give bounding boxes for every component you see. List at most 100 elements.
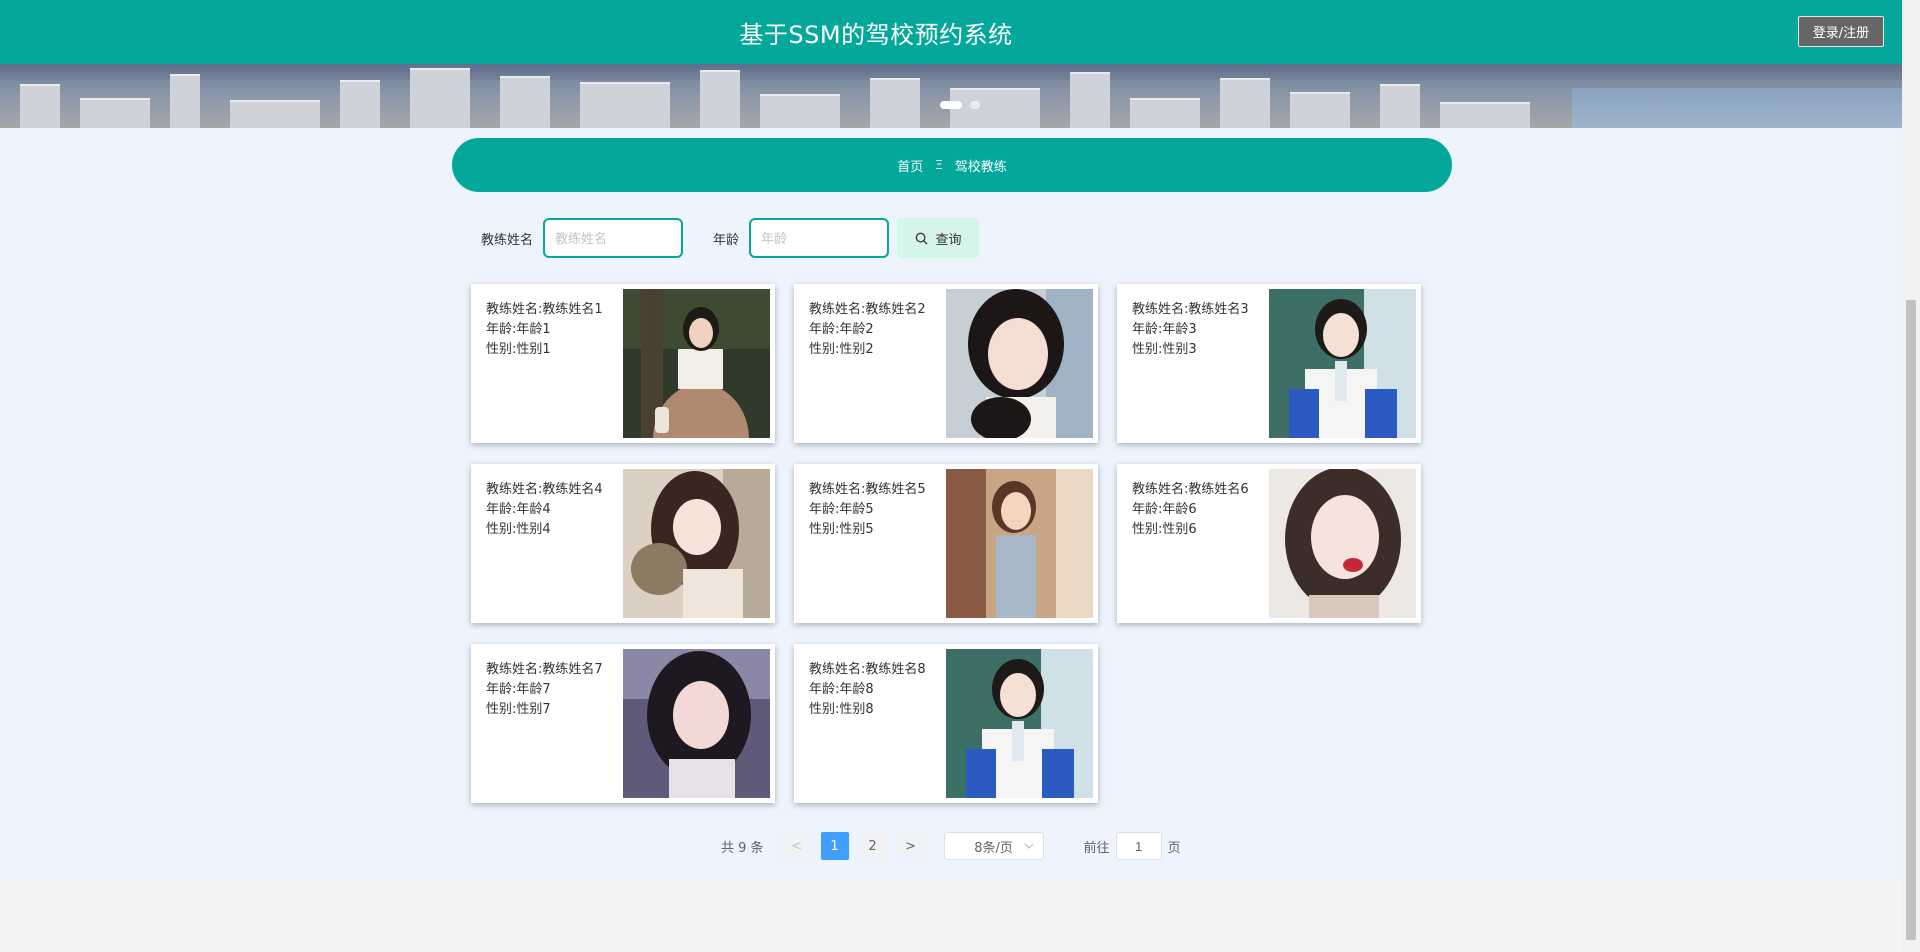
coach-age: 年龄:年龄6 (1132, 502, 1197, 517)
breadcrumb-home-link[interactable]: 首页 (897, 156, 923, 175)
banner-building (1290, 92, 1350, 128)
coach-card-info: 教练姓名:教练姓名2 年龄:年龄2 性别:性别2 (809, 300, 926, 360)
coach-photo (623, 649, 770, 798)
search-form: 教练姓名 年龄 查询 (481, 218, 980, 258)
coach-gender: 性别:性别8 (809, 702, 874, 717)
coach-age: 年龄:年龄4 (486, 502, 551, 517)
coach-photo (946, 469, 1093, 618)
coach-card-info: 教练姓名:教练姓名1 年龄:年龄1 性别:性别1 (486, 300, 603, 360)
coach-gender: 性别:性别1 (486, 342, 551, 357)
coach-card-info: 教练姓名:教练姓名6 年龄:年龄6 性别:性别6 (1132, 480, 1249, 540)
coach-name: 教练姓名:教练姓名7 (486, 662, 603, 677)
coach-gender: 性别:性别7 (486, 702, 551, 717)
breadcrumb-separator-icon: Ξ (935, 158, 943, 172)
coach-name: 教练姓名:教练姓名8 (809, 662, 926, 677)
goto-prefix: 前往 (1083, 840, 1110, 856)
banner-carousel (0, 64, 1902, 128)
pagination-prev-button[interactable]: < (782, 832, 811, 860)
main-content: 首页 Ξ 驾校教练 教练姓名 年龄 查询 教练姓名:教练姓名1 年龄:年龄1 性… (0, 128, 1902, 880)
coach-age: 年龄:年龄3 (1132, 322, 1197, 337)
pagination-total: 共 9 条 (721, 840, 764, 856)
banner-building (1070, 72, 1110, 128)
coach-gender: 性别:性别5 (809, 522, 874, 537)
coach-name: 教练姓名:教练姓名6 (1132, 482, 1249, 497)
coach-card[interactable]: 教练姓名:教练姓名6 年龄:年龄6 性别:性别6 (1117, 464, 1421, 623)
search-button-label: 查询 (935, 232, 962, 248)
coach-gender: 性别:性别4 (486, 522, 551, 537)
carousel-dot[interactable] (970, 101, 980, 109)
coach-photo (946, 289, 1093, 438)
coach-name-label: 教练姓名 (481, 232, 534, 248)
age-input[interactable] (749, 218, 890, 258)
coach-photo (1269, 469, 1416, 618)
goto-page-input[interactable] (1115, 832, 1162, 860)
banner-building (870, 78, 920, 128)
page-size-select[interactable]: 8条/页 (943, 832, 1044, 860)
coach-name: 教练姓名:教练姓名2 (809, 302, 926, 317)
coach-card-info: 教练姓名:教练姓名3 年龄:年龄3 性别:性别3 (1132, 300, 1249, 360)
coach-gender: 性别:性别6 (1132, 522, 1197, 537)
coach-card[interactable]: 教练姓名:教练姓名1 年龄:年龄1 性别:性别1 (471, 284, 775, 443)
search-icon (915, 232, 928, 245)
coach-card-info: 教练姓名:教练姓名7 年龄:年龄7 性别:性别7 (486, 660, 603, 720)
coach-name-input[interactable] (543, 218, 684, 258)
coach-name: 教练姓名:教练姓名5 (809, 482, 926, 497)
coach-card-info: 教练姓名:教练姓名4 年龄:年龄4 性别:性别4 (486, 480, 603, 540)
chevron-down-icon (1024, 843, 1034, 849)
banner-building (1130, 98, 1200, 128)
coach-age: 年龄:年龄1 (486, 322, 551, 337)
coach-card[interactable]: 教练姓名:教练姓名4 年龄:年龄4 性别:性别4 (471, 464, 775, 623)
coach-name: 教练姓名:教练姓名3 (1132, 302, 1249, 317)
coach-card[interactable]: 教练姓名:教练姓名3 年龄:年龄3 性别:性别3 (1117, 284, 1421, 443)
coach-age: 年龄:年龄7 (486, 682, 551, 697)
banner-building (1440, 102, 1530, 128)
banner-building (340, 80, 380, 128)
banner-building (230, 100, 320, 128)
site-title: 基于SSM的驾校预约系统 (739, 20, 1013, 49)
breadcrumb-current: 驾校教练 (954, 159, 1007, 175)
pagination-next-button[interactable]: > (896, 832, 925, 860)
banner-sea (1572, 88, 1902, 128)
banner-building (580, 82, 670, 128)
banner-building (500, 76, 550, 128)
login-register-button[interactable]: 登录/注册 (1798, 16, 1884, 47)
coach-photo (623, 289, 770, 438)
search-button[interactable]: 查询 (897, 218, 980, 258)
pagination-page-2[interactable]: 2 (858, 832, 887, 860)
carousel-dot-active[interactable] (940, 101, 962, 109)
carousel-indicators (940, 101, 980, 109)
breadcrumb: 首页 Ξ 驾校教练 (452, 138, 1452, 192)
banner-building (410, 68, 470, 128)
banner-sky (0, 64, 1902, 80)
scrollbar-thumb[interactable] (1906, 300, 1916, 940)
coach-gender: 性别:性别3 (1132, 342, 1197, 357)
banner-building (80, 98, 150, 128)
coach-card-info: 教练姓名:教练姓名5 年龄:年龄5 性别:性别5 (809, 480, 926, 540)
coach-age: 年龄:年龄5 (809, 502, 874, 517)
coach-age: 年龄:年龄8 (809, 682, 874, 697)
coach-card[interactable]: 教练姓名:教练姓名8 年龄:年龄8 性别:性别8 (794, 644, 1098, 803)
pagination-page-1[interactable]: 1 (820, 832, 849, 860)
coach-card[interactable]: 教练姓名:教练姓名7 年龄:年龄7 性别:性别7 (471, 644, 775, 803)
coach-gender: 性别:性别2 (809, 342, 874, 357)
banner-building (1380, 84, 1420, 128)
coach-name: 教练姓名:教练姓名1 (486, 302, 603, 317)
page-size-value: 8条/页 (974, 840, 1013, 856)
banner-building (20, 84, 60, 128)
banner-building (700, 70, 740, 128)
coach-photo (623, 469, 770, 618)
coach-card-info: 教练姓名:教练姓名8 年龄:年龄8 性别:性别8 (809, 660, 926, 720)
goto-suffix: 页 (1167, 840, 1181, 856)
page-scrollbar[interactable] (1902, 0, 1920, 952)
banner-building (760, 94, 840, 128)
coach-photo (946, 649, 1093, 798)
banner-building (1220, 78, 1270, 128)
coach-age: 年龄:年龄2 (809, 322, 874, 337)
coach-card[interactable]: 教练姓名:教练姓名2 年龄:年龄2 性别:性别2 (794, 284, 1098, 443)
age-label: 年龄 (713, 232, 740, 248)
banner-building (170, 74, 200, 128)
top-header: 基于SSM的驾校预约系统 登录/注册 (0, 0, 1902, 64)
coach-photo (1269, 289, 1416, 438)
coach-card[interactable]: 教练姓名:教练姓名5 年龄:年龄5 性别:性别5 (794, 464, 1098, 623)
pagination: 共 9 条 < 1 2 > 8条/页 前往 页 (721, 832, 1181, 860)
